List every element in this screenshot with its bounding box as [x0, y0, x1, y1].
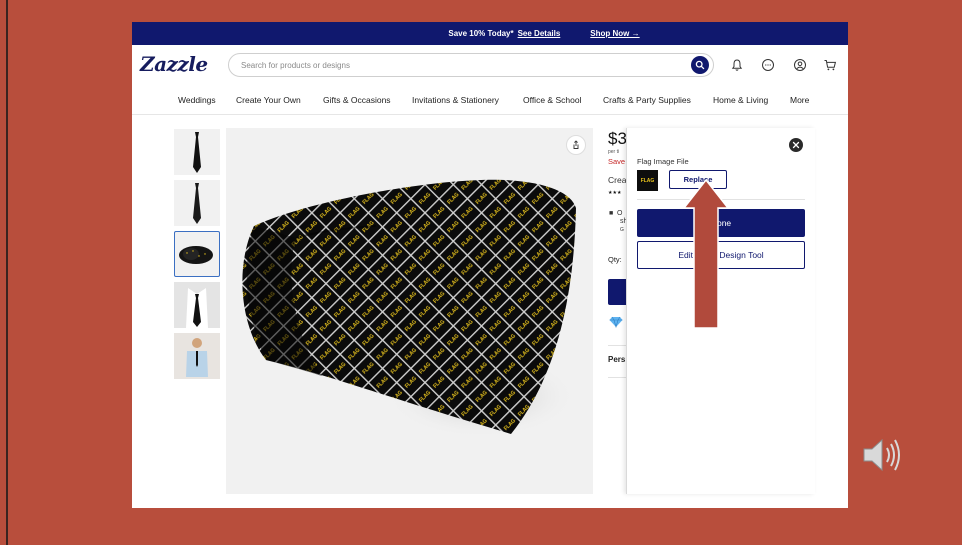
- flag-image-file-label: Flag Image File: [637, 157, 689, 166]
- promo-text: Save 10% Today*: [448, 29, 514, 38]
- cart-button[interactable]: [821, 56, 839, 74]
- chat-button[interactable]: [759, 56, 777, 74]
- search-input[interactable]: [241, 54, 661, 76]
- shop-now-link[interactable]: Shop Now →: [590, 29, 639, 38]
- zazzle-logo[interactable]: Zazzle: [140, 52, 208, 76]
- search-button[interactable]: [691, 56, 709, 74]
- thumbnail-tie-back[interactable]: [174, 180, 220, 226]
- flag-image-thumbnail: FLAG: [637, 170, 658, 191]
- cart-icon: [824, 60, 837, 71]
- diamond-icon: [609, 316, 623, 328]
- nav-item-more[interactable]: More: [790, 95, 809, 105]
- thumbnail-tie-shirt[interactable]: [174, 282, 220, 328]
- price-unit: per ti: [608, 149, 620, 155]
- nav-item-office-school[interactable]: Office & School: [523, 95, 581, 105]
- personalize-heading: Pers: [608, 355, 626, 364]
- notifications-button[interactable]: [728, 56, 746, 74]
- search-icon: [695, 60, 705, 70]
- nav-item-create-your-own[interactable]: Create Your Own: [236, 95, 301, 105]
- account-icon: [794, 59, 806, 71]
- nav-item-home-living[interactable]: Home & Living: [713, 95, 768, 105]
- account-button[interactable]: [791, 56, 809, 74]
- product-price: $3: [608, 129, 627, 148]
- category-nav: Weddings Create Your Own Gifts & Occasio…: [132, 85, 848, 115]
- browser-screenshot: Save 10% Today* See Details Shop Now → Z…: [132, 22, 848, 508]
- slide-edge: [6, 0, 8, 545]
- nav-item-gifts-occasions[interactable]: Gifts & Occasions: [323, 95, 391, 105]
- site-header: Zazzle: [132, 45, 848, 85]
- quantity-label: Qty:: [608, 255, 622, 264]
- close-icon: [792, 141, 800, 149]
- sale-text: Save: [608, 157, 626, 166]
- truck-icon: ■: [609, 210, 614, 217]
- chat-icon: [762, 59, 774, 71]
- thumbnail-tie-front[interactable]: [174, 129, 220, 175]
- share-icon: [573, 140, 579, 149]
- creator-link[interactable]: Crea: [608, 175, 626, 185]
- nav-item-invitations-stationery[interactable]: Invitations & Stationery: [412, 95, 499, 105]
- nav-item-weddings[interactable]: Weddings: [178, 95, 216, 105]
- bell-icon: [731, 59, 743, 71]
- see-details-link[interactable]: See Details: [518, 29, 561, 38]
- share-button[interactable]: [566, 135, 586, 155]
- promo-bar: Save 10% Today* See Details Shop Now →: [132, 22, 848, 45]
- thumbnail-model[interactable]: [174, 333, 220, 379]
- annotation-arrow-icon: [684, 180, 728, 328]
- close-panel-button[interactable]: [789, 138, 803, 152]
- nav-item-crafts-party-supplies[interactable]: Crafts & Party Supplies: [603, 95, 691, 105]
- main-product-image[interactable]: FLAG: [226, 128, 593, 494]
- search-bar: [228, 53, 714, 77]
- rating-stars: ★★★: [608, 190, 622, 196]
- speaker-icon[interactable]: [862, 437, 904, 473]
- thumbnail-tie-rolled[interactable]: [174, 231, 220, 277]
